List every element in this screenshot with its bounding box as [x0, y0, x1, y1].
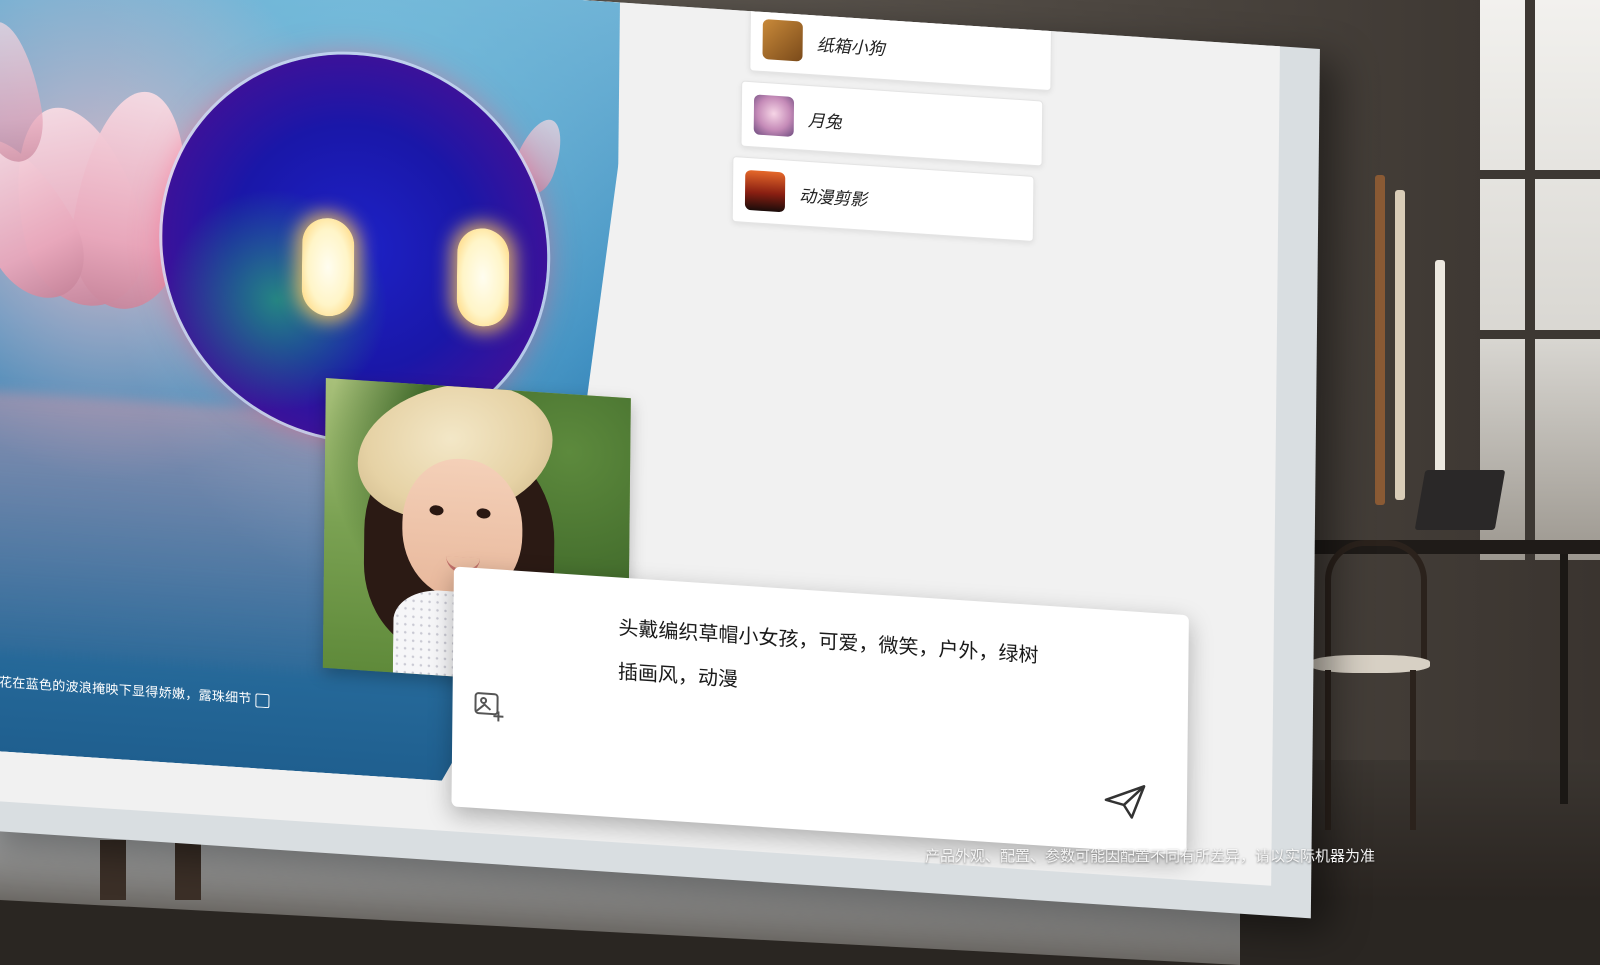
- silhouette-thumbnail-icon: [744, 169, 786, 213]
- photo-eye: [476, 507, 491, 519]
- stand-leg: [175, 840, 201, 900]
- option-label: 纸箱小狗: [816, 35, 885, 61]
- window-frame: [1480, 170, 1600, 179]
- rabbit-thumbnail-icon: [753, 94, 795, 138]
- send-icon[interactable]: [1102, 780, 1148, 823]
- add-image-icon[interactable]: [472, 688, 506, 724]
- caption-text: 的莲花在蓝色的波浪掩映下显得娇嫩，露珠细节: [0, 673, 252, 708]
- desk-leg: [1560, 554, 1568, 804]
- photo-eye: [429, 504, 444, 516]
- prompt-input[interactable]: 头戴编织草帽小女孩，可爱，微笑，户外，绿树 插画风，动漫: [618, 605, 1119, 726]
- mascot-eye-left: [301, 216, 355, 318]
- option-label: 月兔: [807, 110, 842, 134]
- device-screen: 的莲花在蓝色的波浪掩映下显得娇嫩，露珠细节 纸箱小狗 月兔 动漫剪影 头戴编织草…: [0, 0, 1320, 919]
- chair-leg: [1325, 670, 1331, 830]
- style-option-anime-silhouette[interactable]: 动漫剪影: [731, 155, 1035, 242]
- dog-thumbnail-icon: [762, 18, 803, 62]
- copy-icon[interactable]: [256, 693, 270, 708]
- chair-leg: [1410, 670, 1416, 830]
- disclaimer-text: 产品外观、配置、参数可能因配置不同有所差异，请以实际机器为准: [925, 847, 1376, 865]
- image-caption: 的莲花在蓝色的波浪掩映下显得娇嫩，露珠细节: [0, 670, 293, 710]
- laptop: [1414, 470, 1506, 530]
- mascot-eye-right: [456, 226, 510, 329]
- style-option-moon-rabbit[interactable]: 月兔: [740, 80, 1044, 167]
- stand-leg: [100, 840, 126, 900]
- chair: [1325, 540, 1427, 666]
- option-label: 动漫剪影: [798, 186, 868, 211]
- prompt-input-card[interactable]: 头戴编织草帽小女孩，可爱，微笑，户外，绿树 插画风，动漫: [451, 566, 1189, 856]
- window-frame: [1480, 330, 1600, 339]
- app-screen: 的莲花在蓝色的波浪掩映下显得娇嫩，露珠细节 纸箱小狗 月兔 动漫剪影 头戴编织草…: [0, 0, 1280, 886]
- window-frame: [1525, 0, 1535, 560]
- water-reflection: [0, 390, 335, 674]
- easel-pole: [1395, 190, 1405, 500]
- easel-pole: [1375, 175, 1385, 505]
- canvas-board: [1435, 260, 1445, 500]
